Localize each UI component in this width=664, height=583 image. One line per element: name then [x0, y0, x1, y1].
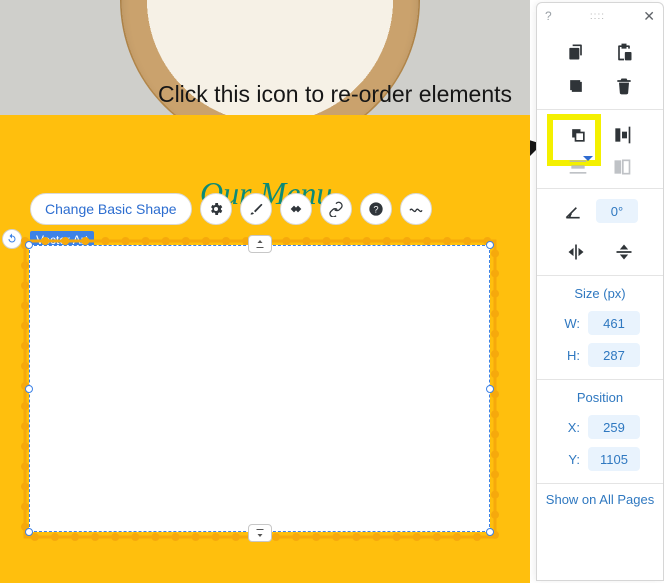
rotation-icon-wrap [562, 200, 584, 222]
panel-drag-handle[interactable]: :::: [590, 11, 605, 22]
annotation-caption: Click this icon to re-order elements [155, 80, 515, 109]
stretch-handle-top[interactable] [248, 235, 272, 253]
selected-element[interactable] [29, 245, 490, 532]
copy-icon [566, 42, 586, 62]
animation-icon [288, 201, 304, 217]
paste-button[interactable] [613, 41, 635, 63]
size-section-title: Size (px) [574, 276, 625, 307]
resize-handle-tr[interactable] [486, 241, 494, 249]
y-label: Y: [560, 452, 580, 467]
brush-icon [248, 201, 264, 217]
distribute-button[interactable] [567, 156, 589, 178]
flip-horizontal-button[interactable] [565, 241, 587, 263]
undo-icon [6, 233, 18, 245]
distribute-icon [568, 157, 588, 177]
link-button[interactable] [320, 193, 352, 225]
resize-handle-tl[interactable] [25, 241, 33, 249]
panel-close-icon[interactable]: ✕ [643, 8, 655, 25]
properties-panel: ? :::: ✕ 0° [536, 2, 664, 581]
gear-icon [208, 201, 224, 217]
y-input[interactable]: 1105 [588, 447, 640, 471]
design-button[interactable] [240, 193, 272, 225]
resize-handle-mr[interactable] [486, 385, 494, 393]
x-input[interactable]: 259 [588, 415, 640, 439]
flip-h-icon [566, 242, 586, 262]
paste-icon [614, 42, 634, 62]
help-icon: ? [368, 201, 384, 217]
resize-handle-br[interactable] [486, 528, 494, 536]
align-icon [612, 125, 632, 145]
height-label: H: [560, 348, 580, 363]
resize-handle-bl[interactable] [25, 528, 33, 536]
width-input[interactable]: 461 [588, 311, 640, 335]
stretch-handle-bottom[interactable] [248, 524, 272, 542]
duplicate-icon [566, 76, 586, 96]
link-icon [328, 201, 344, 217]
flip-vertical-button[interactable] [613, 241, 635, 263]
x-label: X: [560, 420, 580, 435]
match-size-button[interactable] [611, 156, 633, 178]
svg-text:?: ? [373, 204, 378, 214]
copy-button[interactable] [565, 41, 587, 63]
undo-button[interactable] [2, 229, 22, 249]
duplicate-button[interactable] [565, 75, 587, 97]
trash-icon [614, 76, 634, 96]
match-size-icon [612, 157, 632, 177]
flip-v-icon [614, 242, 634, 262]
angle-icon [563, 201, 583, 221]
help-button[interactable]: ? [360, 193, 392, 225]
animation-button[interactable] [280, 193, 312, 225]
panel-help-icon[interactable]: ? [545, 9, 552, 23]
width-label: W: [560, 316, 580, 331]
show-on-all-pages-button[interactable]: Show on All Pages [540, 484, 660, 517]
height-input[interactable]: 287 [588, 343, 640, 367]
selection-toolbar: Change Basic Shape ? [30, 193, 432, 225]
change-basic-shape-button[interactable]: Change Basic Shape [30, 193, 192, 225]
resize-handle-ml[interactable] [25, 385, 33, 393]
settings-button[interactable] [200, 193, 232, 225]
canvas-area[interactable]: Our Menu Change Basic Shape ? Vector Art [0, 115, 530, 583]
stretch-button[interactable] [400, 193, 432, 225]
align-button[interactable] [611, 124, 633, 146]
squiggle-icon [408, 201, 424, 217]
position-section-title: Position [577, 380, 623, 411]
delete-button[interactable] [613, 75, 635, 97]
selection-outline [29, 245, 490, 532]
rotation-input[interactable]: 0° [596, 199, 638, 223]
